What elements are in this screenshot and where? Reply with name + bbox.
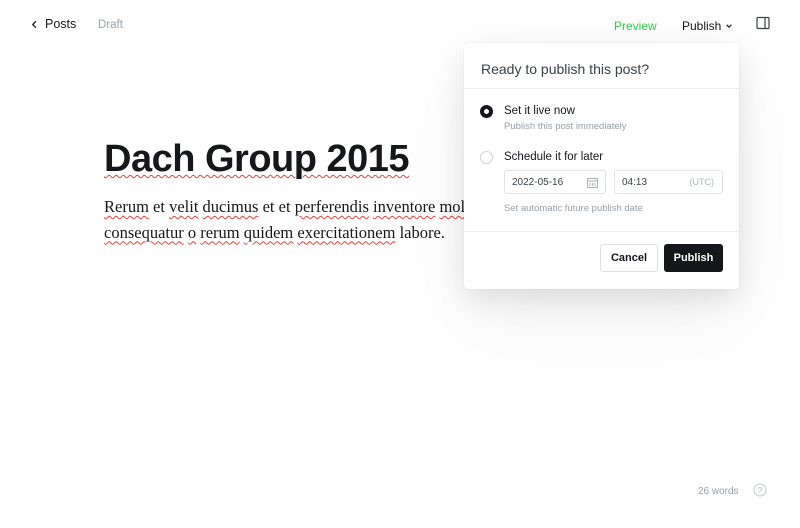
post-title-text: Dach Group 2015 (104, 138, 410, 180)
chevron-left-icon (31, 20, 37, 28)
body-word: Rerum (104, 197, 149, 216)
help-circle-icon[interactable]: ? (753, 483, 767, 497)
body-word: et (153, 197, 165, 216)
word-count: 26 words (698, 486, 739, 497)
publish-menu-trigger[interactable]: Publish (682, 19, 733, 33)
cancel-button[interactable]: Cancel (600, 244, 658, 272)
schedule-time-value: 04:13 (622, 176, 648, 188)
body-word: et (278, 197, 291, 216)
svg-text:?: ? (758, 485, 763, 495)
body-word: inventore (373, 197, 436, 216)
radio-schedule-later[interactable] (480, 151, 493, 164)
schedule-date-value: 2022-05-16 (512, 176, 564, 188)
body-word: perferendis (294, 197, 369, 216)
publish-trigger-label: Publish (682, 19, 722, 33)
divider (464, 88, 739, 89)
publish-menu-heading: Ready to publish this post? (481, 61, 650, 77)
publish-button[interactable]: Publish (664, 244, 723, 272)
chevron-down-icon (726, 24, 733, 28)
body-word: consequatur (104, 222, 184, 242)
preview-button[interactable]: Preview (614, 19, 657, 33)
body-word: exercitationem (297, 222, 396, 242)
back-label: Posts (45, 17, 77, 31)
post-title[interactable]: Dach Group 2015 (104, 136, 524, 182)
body-word: labore. (399, 222, 445, 242)
body-word: o (187, 222, 197, 242)
divider (464, 231, 739, 232)
publish-menu: Ready to publish this post? Set it live … (464, 43, 739, 289)
option-schedule-later[interactable]: Schedule it for later (480, 151, 603, 164)
option-now-label: Set it live now (504, 105, 575, 117)
calendar-icon (587, 178, 598, 188)
back-to-posts-link[interactable]: Posts (30, 17, 76, 31)
sidebar-toggle-icon[interactable] (756, 16, 770, 30)
schedule-date-input[interactable]: 2022-05-16 (504, 170, 606, 194)
body-word: rerum (200, 222, 240, 242)
schedule-helper-text: Set automatic future publish date (504, 203, 643, 214)
body-word: velit (169, 197, 199, 216)
option-now-description: Publish this post immediately (504, 121, 627, 132)
timezone-label: (UTC) (689, 177, 715, 187)
radio-publish-now[interactable] (480, 105, 493, 118)
option-publish-now[interactable]: Set it live now Publish this post immedi… (480, 105, 627, 132)
post-status: Draft (98, 19, 123, 31)
body-word: et (262, 197, 275, 216)
body-word: ducimus (202, 197, 259, 216)
option-later-label: Schedule it for later (504, 151, 604, 163)
editor-canvas[interactable]: Dach Group 2015 Rerum et velit ducimus e… (104, 136, 674, 245)
schedule-time-input[interactable]: 04:13 (UTC) (614, 170, 723, 194)
body-word: quidem (243, 222, 294, 242)
